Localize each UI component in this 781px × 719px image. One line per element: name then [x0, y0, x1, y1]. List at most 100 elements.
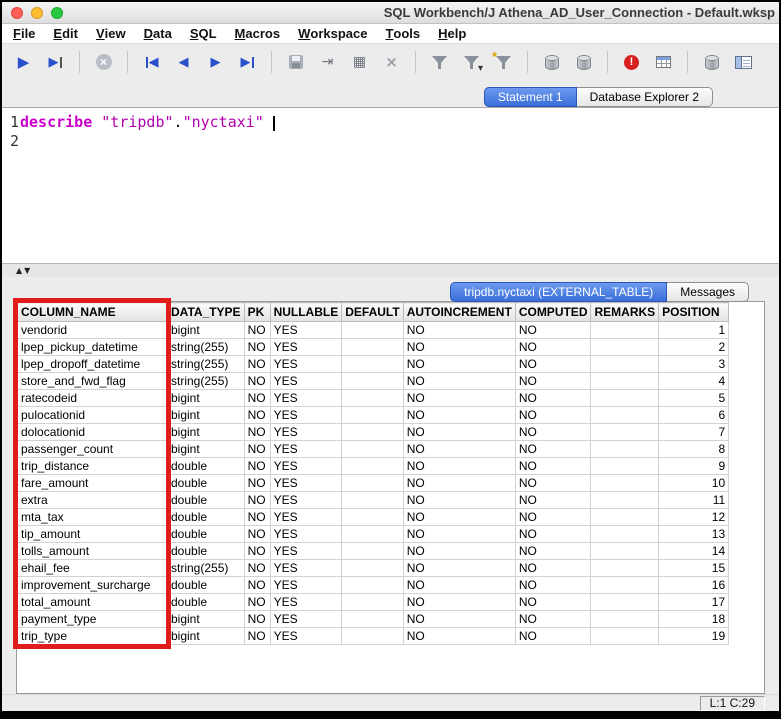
tab-messages[interactable]: Messages: [667, 282, 749, 302]
table-cell: NO: [403, 594, 515, 611]
table-cell: 9: [659, 458, 729, 475]
quick-filter-button[interactable]: *: [490, 49, 517, 76]
tab-database-explorer-2[interactable]: Database Explorer 2: [577, 87, 713, 107]
table-cell: lpep_pickup_datetime: [18, 339, 168, 356]
table-cell: [591, 390, 659, 407]
column-header-column_name[interactable]: COLUMN_NAME: [18, 303, 168, 322]
prev-statement-button[interactable]: ◀: [170, 49, 197, 76]
connection-info-button[interactable]: [698, 49, 725, 76]
table-cell: NO: [403, 509, 515, 526]
table-row[interactable]: store_and_fwd_flagstring(255)NOYESNONO4: [18, 373, 729, 390]
column-header-data_type[interactable]: DATA_TYPE: [168, 303, 245, 322]
table-cell: YES: [270, 339, 342, 356]
table-row[interactable]: pulocationidbigintNOYESNONO6: [18, 407, 729, 424]
table-cell: NO: [515, 628, 591, 645]
column-header-pk[interactable]: PK: [244, 303, 270, 322]
toolbar-separator: [687, 51, 688, 73]
menu-file[interactable]: File: [4, 24, 44, 43]
rollback-button[interactable]: [570, 49, 597, 76]
menu-macros[interactable]: Macros: [226, 24, 290, 43]
column-header-position[interactable]: POSITION: [659, 303, 729, 322]
result-tab-bar: tripdb.nyctaxi (EXTERNAL_TABLE) Messages: [2, 277, 779, 301]
table-cell: NO: [244, 373, 270, 390]
table-cell: NO: [244, 577, 270, 594]
ignore-errors-button[interactable]: !: [618, 49, 645, 76]
database-explorer-button[interactable]: [730, 49, 757, 76]
commit-button[interactable]: [538, 49, 565, 76]
menu-data[interactable]: Data: [135, 24, 181, 43]
table-row[interactable]: trip_distancedoubleNOYESNONO9: [18, 458, 729, 475]
table-row[interactable]: vendoridbigintNOYESNONO1: [18, 322, 729, 339]
table-cell: bigint: [168, 441, 245, 458]
column-header-autoincrement[interactable]: AUTOINCREMENT: [403, 303, 515, 322]
table-cell: NO: [403, 339, 515, 356]
table-cell: NO: [515, 492, 591, 509]
table-row[interactable]: payment_typebigintNOYESNONO18: [18, 611, 729, 628]
table-cell: 17: [659, 594, 729, 611]
table-row[interactable]: ehail_feestring(255)NOYESNONO15: [18, 560, 729, 577]
table-row[interactable]: trip_typebigintNOYESNONO19: [18, 628, 729, 645]
save-changes-button[interactable]: [282, 49, 309, 76]
cursor-bar-icon: [60, 57, 62, 68]
cancel-icon: ×: [96, 54, 112, 70]
collapse-up-arrow-icon[interactable]: ▲: [16, 267, 22, 275]
table-cell: [591, 611, 659, 628]
table-cell: NO: [403, 526, 515, 543]
table-cell: YES: [270, 356, 342, 373]
data-grid-button[interactable]: [650, 49, 677, 76]
column-header-remarks[interactable]: REMARKS: [591, 303, 659, 322]
table-row[interactable]: ratecodeidbigintNOYESNONO5: [18, 390, 729, 407]
table-cell: NO: [244, 509, 270, 526]
menu-workspace[interactable]: Workspace: [289, 24, 376, 43]
menu-view[interactable]: View: [87, 24, 135, 43]
close-window-button[interactable]: [11, 7, 23, 19]
table-cell: [342, 373, 403, 390]
menu-tools[interactable]: Tools: [376, 24, 429, 43]
menu-help[interactable]: Help: [429, 24, 475, 43]
table-row[interactable]: fare_amountdoubleNOYESNONO10: [18, 475, 729, 492]
table-row[interactable]: improvement_surchargedoubleNOYESNONO16: [18, 577, 729, 594]
update-database-button[interactable]: ⇥: [314, 49, 341, 76]
column-header-default[interactable]: DEFAULT: [342, 303, 403, 322]
table-row[interactable]: dolocationidbigintNOYESNONO7: [18, 424, 729, 441]
tab-statement-1[interactable]: Statement 1: [484, 87, 577, 107]
menu-sql[interactable]: SQL: [181, 24, 226, 43]
next-statement-button[interactable]: ▶: [202, 49, 229, 76]
minimize-window-button[interactable]: [31, 7, 43, 19]
tab-result-table[interactable]: tripdb.nyctaxi (EXTERNAL_TABLE): [450, 282, 667, 302]
execute-current-button[interactable]: ▶: [42, 49, 69, 76]
save-icon: [289, 55, 303, 69]
table-cell: NO: [244, 390, 270, 407]
table-row[interactable]: tolls_amountdoubleNOYESNONO14: [18, 543, 729, 560]
table-row[interactable]: extradoubleNOYESNONO11: [18, 492, 729, 509]
db-explorer-icon: [735, 56, 752, 69]
table-row[interactable]: total_amountdoubleNOYESNONO17: [18, 594, 729, 611]
menu-edit[interactable]: Edit: [44, 24, 87, 43]
table-cell: pulocationid: [18, 407, 168, 424]
table-row[interactable]: lpep_pickup_datetimestring(255)NOYESNONO…: [18, 339, 729, 356]
table-cell: 15: [659, 560, 729, 577]
splitter-handle[interactable]: ▲ ▼: [2, 263, 779, 277]
filter-button[interactable]: [426, 49, 453, 76]
table-cell: total_amount: [18, 594, 168, 611]
first-statement-button[interactable]: ◀: [138, 49, 165, 76]
table-cell: YES: [270, 577, 342, 594]
table-row[interactable]: passenger_countbigintNOYESNONO8: [18, 441, 729, 458]
sql-editor[interactable]: 1 2 describe "tripdb"."nyctaxi": [2, 108, 779, 263]
insert-row-button[interactable]: ▦: [346, 49, 373, 76]
next-icon: ▶: [211, 56, 221, 69]
collapse-down-arrow-icon[interactable]: ▼: [24, 267, 30, 275]
table-row[interactable]: tip_amountdoubleNOYESNONO13: [18, 526, 729, 543]
column-header-computed[interactable]: COMPUTED: [515, 303, 591, 322]
zoom-window-button[interactable]: [51, 7, 63, 19]
table-row[interactable]: mta_taxdoubleNOYESNONO12: [18, 509, 729, 526]
table-cell: YES: [270, 322, 342, 339]
last-statement-button[interactable]: ▶: [234, 49, 261, 76]
code-area: describe "tripdb"."nyctaxi": [20, 113, 779, 263]
cancel-execution-button[interactable]: ×: [90, 49, 117, 76]
filter-dropdown-button[interactable]: ▾: [458, 49, 485, 76]
column-header-nullable[interactable]: NULLABLE: [270, 303, 342, 322]
table-row[interactable]: lpep_dropoff_datetimestring(255)NOYESNON…: [18, 356, 729, 373]
delete-row-button[interactable]: ×: [378, 49, 405, 76]
execute-button[interactable]: ▶: [10, 49, 37, 76]
